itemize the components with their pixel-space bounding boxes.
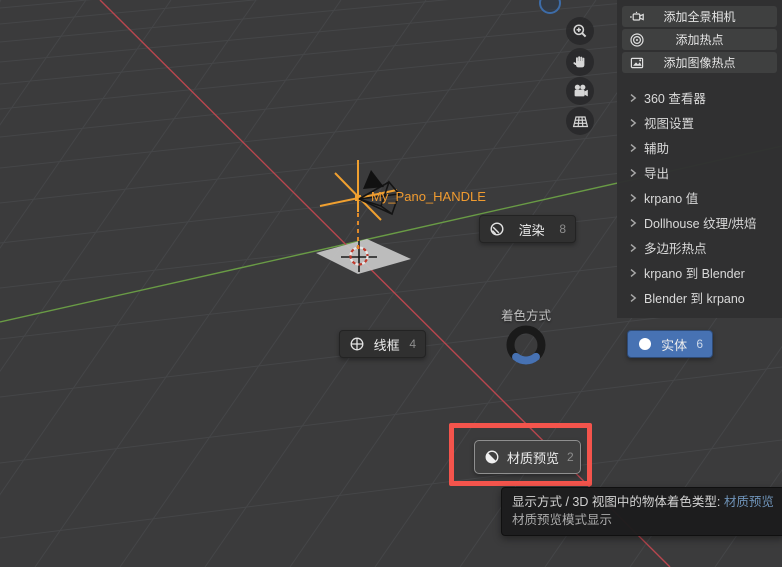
chevron-right-icon <box>628 193 638 203</box>
shortcut-badge: 6 <box>696 337 703 351</box>
panel-krpano-value[interactable]: krpano 值 <box>617 185 782 210</box>
pano-camera-icon <box>629 9 645 25</box>
add-hotspot-button[interactable]: 添加热点 <box>622 29 777 50</box>
orthographic-grid-icon <box>572 113 589 130</box>
chevron-right-icon <box>628 243 638 253</box>
tooltip-line2: 材质预览模式显示 <box>512 513 613 528</box>
tooltip-line1: 显示方式 / 3D 视图中的物体着色类型: 材质预览 <box>512 495 774 509</box>
panel-polygon-hotspot[interactable]: 多边形热点 <box>617 235 782 260</box>
add-hotspot-label: 添加热点 <box>675 33 724 47</box>
pie-item-rendered[interactable]: 渲染 8 <box>479 215 576 243</box>
orthographic-toggle-button[interactable] <box>566 107 594 135</box>
panel-blender-to-krpano[interactable]: Blender 到 krpano <box>617 285 782 310</box>
object-name-label[interactable]: My_Pano_HANDLE <box>371 189 486 204</box>
shortcut-badge: 4 <box>409 337 416 351</box>
add-pano-camera-button[interactable]: 添加全景相机 <box>622 6 777 27</box>
krpano-sidebar: 添加全景相机 添加热点 添加图像热点 360 查看器 视图设置 辅助 导出 kr… <box>617 0 782 318</box>
sidebar-panel-list: 360 查看器 视图设置 辅助 导出 krpano 值 Dollhouse 纹理… <box>617 85 782 310</box>
chevron-right-icon <box>628 218 638 228</box>
camera-view-icon <box>572 83 589 100</box>
solid-sphere-icon <box>637 336 653 352</box>
chevron-right-icon <box>628 168 638 178</box>
pan-button[interactable] <box>566 48 594 76</box>
pan-hand-icon <box>572 54 588 70</box>
wireframe-sphere-icon <box>349 336 365 352</box>
tooltip-value: 材质预览 <box>723 495 774 509</box>
chevron-right-icon <box>628 268 638 278</box>
chevron-right-icon <box>628 93 638 103</box>
blender-3d-viewport: My_Pano_HANDLE 添加全景相机 添加热点 添加图像热点 360 查看… <box>0 0 782 567</box>
chevron-right-icon <box>628 118 638 128</box>
pie-menu-direction-ring <box>506 325 546 365</box>
panel-krpano-to-blender[interactable]: krpano 到 Blender <box>617 260 782 285</box>
chevron-right-icon <box>628 143 638 153</box>
panel-auxiliary[interactable]: 辅助 <box>617 135 782 160</box>
panel-view-settings[interactable]: 视图设置 <box>617 110 782 135</box>
pie-item-solid[interactable]: 实体 6 <box>627 330 713 358</box>
add-pano-camera-label: 添加全景相机 <box>663 10 736 24</box>
panel-dollhouse-bake[interactable]: Dollhouse 纹理/烘焙 <box>617 210 782 235</box>
panel-360-viewer[interactable]: 360 查看器 <box>617 85 782 110</box>
annotation-highlight-rect <box>449 423 592 486</box>
tooltip: 显示方式 / 3D 视图中的物体着色类型: 材质预览 材质预览模式显示 <box>501 487 782 537</box>
camera-view-button[interactable] <box>566 77 594 105</box>
add-image-hotspot-button[interactable]: 添加图像热点 <box>622 52 777 73</box>
hotspot-rings-icon <box>629 32 645 48</box>
image-hotspot-icon <box>629 55 645 71</box>
pie-item-wireframe[interactable]: 线框 4 <box>339 330 426 358</box>
render-sphere-icon <box>489 221 505 237</box>
zoom-in-icon <box>572 23 588 39</box>
shortcut-badge: 8 <box>559 222 566 236</box>
panel-export[interactable]: 导出 <box>617 160 782 185</box>
chevron-right-icon <box>628 293 638 303</box>
zoom-button[interactable] <box>566 17 594 45</box>
add-image-hotspot-label: 添加图像热点 <box>663 56 736 70</box>
